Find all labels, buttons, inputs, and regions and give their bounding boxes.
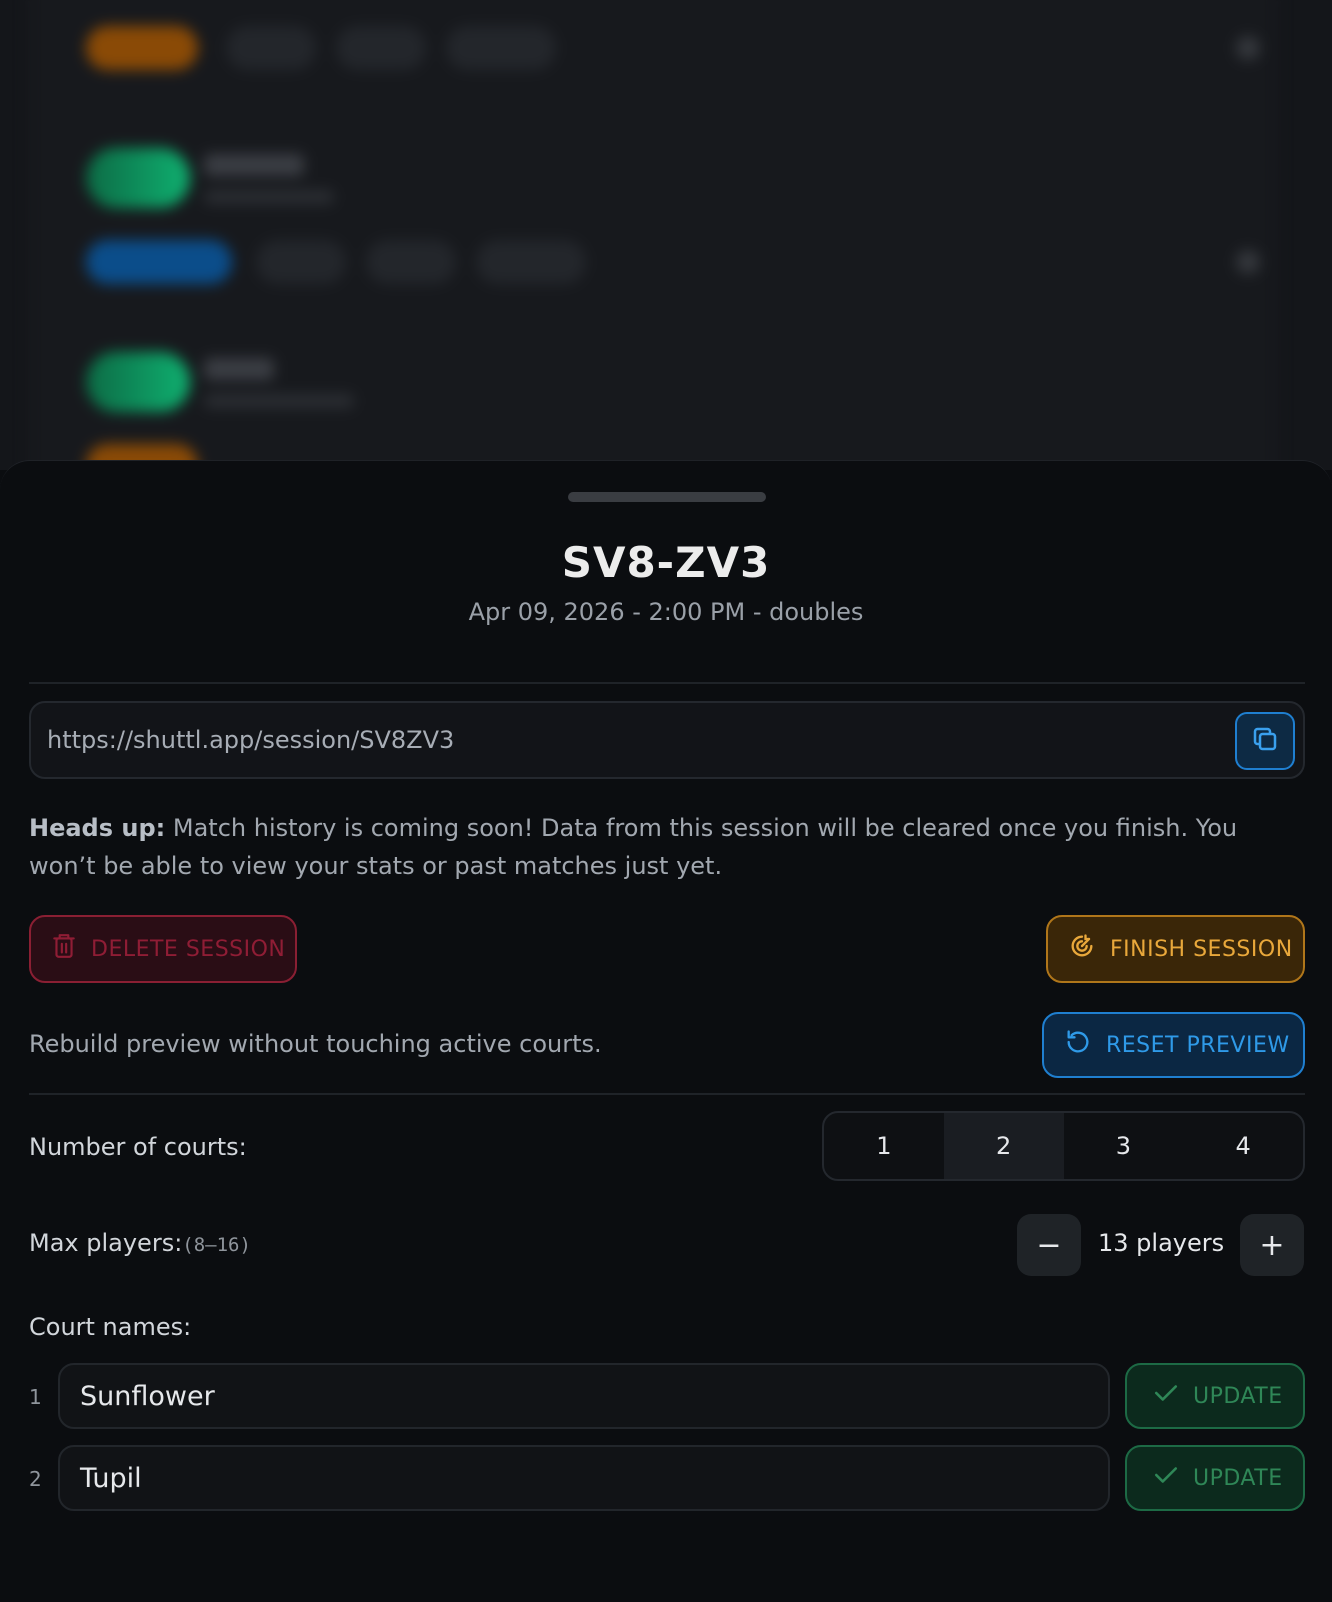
divider — [29, 1093, 1305, 1095]
trash-icon — [51, 932, 77, 966]
finish-session-label: FINISH SESSION — [1110, 936, 1293, 962]
background-pill — [476, 240, 586, 284]
delete-session-label: DELETE SESSION — [91, 936, 286, 962]
update-court-name-button[interactable]: UPDATE — [1125, 1445, 1305, 1511]
notice-body: Match history is coming soon! Data from … — [29, 814, 1238, 880]
background-pill — [446, 26, 556, 70]
background-panel — [28, 0, 1278, 470]
reset-icon — [1064, 1028, 1092, 1062]
background-pill — [366, 240, 456, 284]
delete-session-button[interactable]: DELETE SESSION — [29, 915, 297, 983]
court-option-3[interactable]: 3 — [1064, 1113, 1184, 1179]
rebuild-preview-text: Rebuild preview without touching active … — [29, 1030, 602, 1058]
court-name-number: 1 — [29, 1385, 42, 1409]
copy-url-button[interactable] — [1235, 712, 1295, 770]
max-players-text: Max players: — [29, 1229, 183, 1257]
background-player-list — [0, 0, 1332, 470]
court-option-4[interactable]: 4 — [1183, 1113, 1303, 1179]
divider — [29, 682, 1305, 684]
courts-selector: 1 2 3 4 — [822, 1111, 1305, 1181]
session-code-title: SV8-ZV3 — [561, 538, 771, 587]
court-option-1[interactable]: 1 — [824, 1113, 944, 1179]
reset-preview-button[interactable]: RESET PREVIEW — [1042, 1012, 1305, 1078]
decrement-players-button[interactable]: − — [1017, 1214, 1081, 1276]
sheet-grabber[interactable] — [568, 492, 766, 502]
check-icon — [1153, 1382, 1179, 1410]
background-sub — [204, 190, 334, 204]
update-label: UPDATE — [1193, 1465, 1283, 1491]
background-chip — [86, 240, 232, 284]
reset-preview-label: RESET PREVIEW — [1106, 1032, 1290, 1058]
increment-players-button[interactable]: + — [1240, 1214, 1304, 1276]
session-url-text: https://shuttl.app/session/SV8ZV3 — [47, 726, 455, 754]
background-avatar — [86, 148, 190, 208]
background-avatar — [86, 352, 190, 412]
courts-label: Number of courts: — [29, 1133, 247, 1161]
court-name-number: 2 — [29, 1467, 42, 1491]
background-chip — [86, 26, 198, 70]
max-players-value: 13 players — [1098, 1229, 1225, 1257]
minus-icon: − — [1036, 1227, 1062, 1263]
session-url-field[interactable]: https://shuttl.app/session/SV8ZV3 — [29, 701, 1305, 779]
notice-lead: Heads up: — [29, 814, 166, 842]
court-name-input[interactable]: Sunflower — [58, 1363, 1110, 1429]
session-meta: Apr 09, 2026 - 2:00 PM - doubles — [468, 598, 864, 626]
background-dot — [1236, 250, 1260, 274]
match-history-notice: Heads up: Match history is coming soon! … — [29, 809, 1309, 885]
check-icon — [1153, 1464, 1179, 1492]
background-pill — [336, 26, 426, 70]
court-name-input[interactable]: Tupil — [58, 1445, 1110, 1511]
max-players-label: Max players:(8–16) — [29, 1229, 251, 1257]
update-court-name-button[interactable]: UPDATE — [1125, 1363, 1305, 1429]
background-name — [204, 358, 274, 380]
plus-icon: + — [1259, 1227, 1285, 1263]
session-settings-sheet: SV8-ZV3 Apr 09, 2026 - 2:00 PM - doubles… — [0, 460, 1332, 1602]
update-label: UPDATE — [1193, 1383, 1283, 1409]
court-names-label: Court names: — [29, 1313, 192, 1341]
background-name — [204, 154, 304, 176]
finish-session-button[interactable]: FINISH SESSION — [1046, 915, 1305, 983]
max-players-range: (8–16) — [182, 1234, 251, 1256]
background-dot — [1236, 36, 1260, 60]
background-pill — [226, 26, 316, 70]
finish-target-icon — [1068, 932, 1096, 966]
copy-icon — [1250, 724, 1280, 758]
court-option-2[interactable]: 2 — [943, 1113, 1064, 1179]
background-pill — [256, 240, 346, 284]
background-sub — [204, 394, 354, 408]
